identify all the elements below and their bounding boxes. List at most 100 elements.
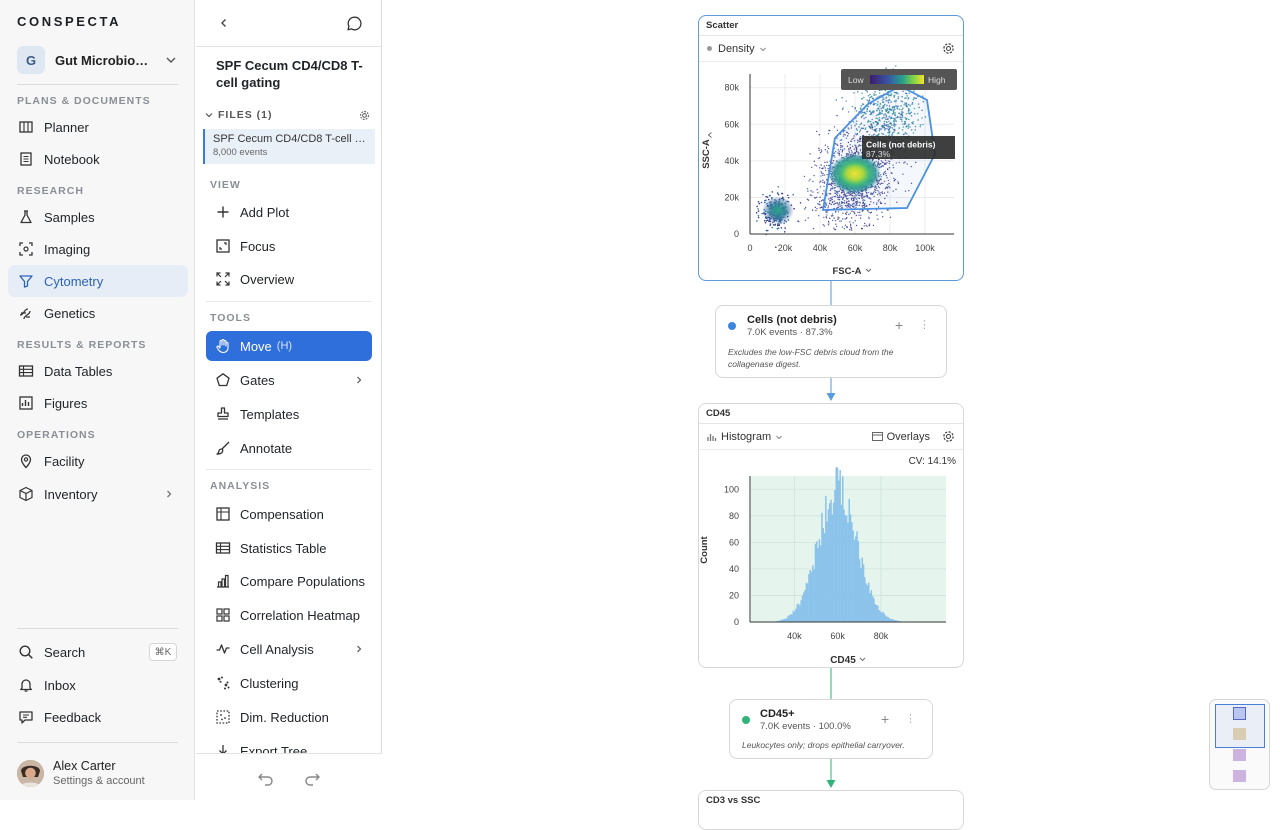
histogram-bar	[840, 504, 843, 622]
templates-tool-button[interactable]: Templates	[206, 399, 372, 429]
histogram-bar	[878, 610, 880, 622]
histogram-bar	[852, 530, 854, 622]
histogram-bar	[813, 569, 815, 622]
overlays-button[interactable]: Overlays	[887, 431, 930, 443]
statistics-table-button[interactable]: Statistics Table	[206, 533, 372, 563]
canvas-minimap[interactable]	[1209, 699, 1270, 790]
sidebar-item-data-tables[interactable]: Data Tables	[8, 355, 188, 387]
sidebar-item-facility[interactable]: Facility	[8, 445, 188, 477]
histogram-bar	[821, 512, 823, 622]
histogram-bar	[805, 582, 808, 622]
dna-icon	[18, 305, 34, 321]
y-tick-label: 40k	[724, 156, 739, 166]
feedback-label: Feedback	[44, 709, 102, 725]
compare-populations-button[interactable]: Compare Populations	[206, 566, 372, 596]
histogram-bar	[861, 557, 863, 622]
figure-icon	[18, 395, 34, 411]
sidebar-item-notebook[interactable]: Notebook	[8, 143, 188, 175]
analysis-section-label: ANALYSIS	[210, 480, 271, 492]
histogram-bar	[886, 616, 888, 622]
add-plot-button[interactable]: Add Plot	[206, 197, 372, 227]
histogram-bar	[827, 509, 830, 622]
brand-logo: CONSPECTA	[17, 14, 122, 29]
scatter-plot[interactable]: 0 20k 40k 60k 80k 100k 0 20k 40k 60k 80k SSC-A FSC…	[699, 62, 963, 280]
gear-icon[interactable]	[359, 110, 370, 121]
x-tick-label: 100k	[915, 243, 935, 253]
histogram-bar	[829, 503, 831, 622]
histogram-bar	[882, 611, 884, 622]
sidebar-item-figures[interactable]: Figures	[8, 387, 188, 419]
file-name: SPF Cecum CD4/CD8 T-cell gating.fcs	[213, 133, 367, 145]
density-mode-icon	[707, 46, 712, 51]
histogram-bar	[786, 618, 788, 622]
compensation-button[interactable]: Compensation	[206, 499, 372, 529]
search-button[interactable]: Search	[8, 636, 138, 668]
flask-icon	[18, 209, 34, 225]
search-icon	[18, 644, 34, 660]
x-axis-label[interactable]: FSC-A	[832, 266, 861, 277]
sidebar-item-genetics[interactable]: Genetics	[8, 297, 188, 329]
gate-percent-label: 87.3%	[866, 149, 891, 159]
annotate-tool-button[interactable]: Annotate	[206, 433, 372, 463]
population-node-cd45[interactable]: CD45+ 7.0K events · 100.0% + ⋮ Leukocyte…	[729, 699, 933, 759]
overview-button[interactable]: Overview	[206, 264, 372, 294]
move-tool-button[interactable]: Move (H)	[206, 331, 372, 361]
histogram-bar	[884, 615, 887, 622]
cell-analysis-button[interactable]: Cell Analysis	[206, 634, 372, 664]
gear-icon[interactable]	[942, 430, 955, 443]
file-item[interactable]: SPF Cecum CD4/CD8 T-cell gating.fcs 8,00…	[203, 129, 375, 164]
sidebar-item-label: Planner	[44, 119, 89, 135]
focus-icon	[215, 238, 231, 254]
population-node-cells[interactable]: Cells (not debris) 7.0K events · 87.3% +…	[715, 305, 947, 378]
more-options-icon[interactable]: ⋮	[905, 712, 916, 725]
gates-tool-button[interactable]: Gates	[206, 365, 372, 395]
redo-icon[interactable]	[303, 770, 321, 786]
section-operations: OPERATIONS	[17, 429, 96, 441]
undo-icon[interactable]	[257, 770, 275, 786]
cd3-ssc-card[interactable]: CD3 vs SSC	[698, 790, 964, 830]
expand-icon	[215, 271, 231, 287]
add-child-gate-button[interactable]: +	[895, 317, 903, 333]
clustering-button[interactable]: Clustering	[206, 668, 372, 698]
workspace-avatar: G	[17, 46, 45, 74]
panel-header	[196, 0, 382, 47]
plot-mode-dropdown[interactable]: Histogram	[721, 431, 771, 443]
histogram-bar	[873, 598, 875, 622]
feedback-button[interactable]: Feedback	[8, 701, 188, 733]
back-chevron-icon[interactable]	[218, 17, 230, 29]
histogram-bar	[787, 615, 789, 622]
dim-reduction-button[interactable]: Dim. Reduction	[206, 702, 372, 732]
user-settings-link: Settings & account	[53, 774, 145, 787]
plot-mode-dropdown[interactable]: Density	[718, 43, 755, 55]
comment-icon[interactable]	[346, 15, 363, 32]
histogram-plot[interactable]: CV: 14.1% 40k 60k 80k 0 20 40 60 80 100 Count CD…	[699, 450, 963, 667]
sidebar-item-imaging[interactable]: Imaging	[8, 233, 188, 265]
scatter-plot-card[interactable]: Scatter Density 0 20k 40k 60k 80k 100k 0 20k 40k…	[698, 15, 964, 281]
inbox-button[interactable]: Inbox	[8, 669, 188, 701]
chevron-right-icon	[354, 644, 364, 654]
workspace-switcher[interactable]: G Gut Microbiome Lab	[17, 46, 179, 74]
population-stats: 7.0K events · 100.0%	[760, 721, 851, 732]
files-section-toggle[interactable]: FILES (1)	[204, 108, 374, 122]
user-account-button[interactable]: Alex Carter Settings & account	[17, 757, 187, 789]
focus-button[interactable]: Focus	[206, 231, 372, 261]
gating-canvas[interactable]: Scatter Density 0 20k 40k 60k 80k 100k 0 20k 40k…	[383, 0, 1280, 830]
x-axis-label[interactable]: CD45	[830, 655, 856, 666]
table-icon	[18, 363, 34, 379]
sidebar-item-samples[interactable]: Samples	[8, 201, 188, 233]
histogram-bar	[791, 614, 793, 622]
sidebar-item-cytometry[interactable]: Cytometry	[8, 265, 188, 297]
y-axis-label[interactable]: SSC-A	[701, 139, 712, 169]
chevron-down-icon	[775, 433, 783, 441]
histogram-bar	[831, 514, 834, 622]
histogram-card[interactable]: CD45 Histogram Overlays CV: 14.1% 40k 60k…	[698, 403, 964, 668]
sidebar-item-inventory[interactable]: Inventory	[8, 478, 188, 510]
more-options-icon[interactable]: ⋮	[919, 318, 930, 331]
gear-icon[interactable]	[942, 42, 955, 55]
correlation-heatmap-button[interactable]: Correlation Heatmap	[206, 600, 372, 630]
section-results-reports: RESULTS & REPORTS	[17, 339, 147, 351]
population-stats: 7.0K events · 87.3%	[747, 327, 833, 338]
sidebar-item-planner[interactable]: Planner	[8, 111, 188, 143]
add-child-gate-button[interactable]: +	[881, 711, 889, 727]
y-tick-label: 20	[729, 590, 739, 600]
